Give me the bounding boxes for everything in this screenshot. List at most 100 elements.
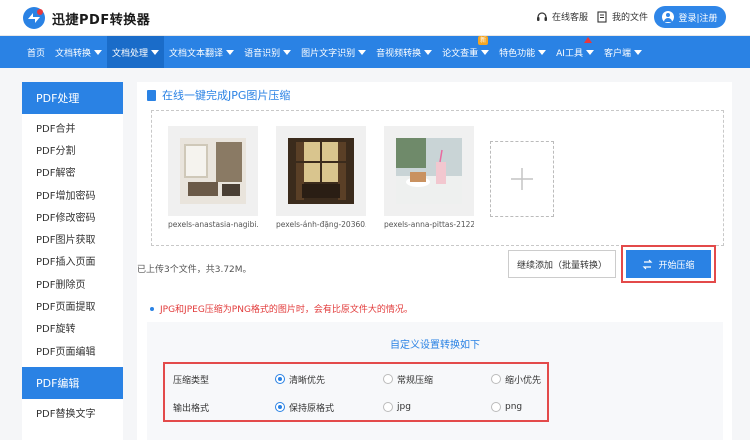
sidebar-item-replace-text[interactable]: PDF替换文字 [22, 401, 123, 423]
headset-icon [537, 11, 547, 21]
start-button-highlight: 开始压缩 [621, 245, 716, 283]
image-preview [276, 126, 366, 216]
caret-down-icon [481, 49, 490, 55]
nav-translate[interactable]: 文档文本翻译 [164, 36, 239, 68]
sidebar-item-page-edit[interactable]: PDF页面编辑 [22, 339, 123, 361]
nav-label: 语音识别 [244, 48, 281, 59]
nav-thesis-check[interactable]: 论文查重 新 [437, 36, 494, 68]
upload-area[interactable]: pexels-anastasia-nagibi... pexels-ánh-đặ… [151, 110, 724, 246]
room-photo-icon [180, 138, 246, 204]
login-register-button[interactable]: 登录|注册 [654, 6, 726, 28]
sidebar-item-extract-page[interactable]: PDF页面提取 [22, 294, 123, 316]
hot-marker-icon [584, 37, 593, 43]
nav-features[interactable]: 特色功能 [494, 36, 551, 68]
radio-label: jpg [397, 402, 411, 412]
radio-label: 保持原格式 [289, 403, 335, 414]
sidebar-item-change-password[interactable]: PDF修改密码 [22, 205, 123, 227]
add-more-button[interactable]: 继续添加（批量转换） [508, 250, 616, 278]
radio-empty-icon [491, 374, 501, 384]
compress-type-row: 压缩类型 清晰优先 常规压缩 缩小优先 [165, 365, 547, 393]
nav-doc-process[interactable]: 文档处理 [107, 36, 165, 68]
logo-icon[interactable] [22, 6, 46, 30]
window-photo-icon [288, 138, 354, 204]
radio-selected-icon [275, 374, 285, 384]
nav-home[interactable]: 首页 [22, 36, 50, 68]
sidebar-item-split[interactable]: PDF分割 [22, 138, 123, 160]
radio-label: 清晰优先 [289, 375, 326, 386]
file-name: pexels-ánh-đặng-20360... [276, 220, 366, 229]
brand-name[interactable]: 迅捷PDF转换器 [52, 9, 150, 28]
caret-down-icon [94, 49, 103, 55]
sidebar-item-extract-images[interactable]: PDF图片获取 [22, 227, 123, 249]
radio-normal-compress[interactable]: 常规压缩 [383, 373, 433, 386]
start-compress-label: 开始压缩 [658, 260, 695, 271]
sidebar-item-decrypt[interactable]: PDF解密 [22, 161, 123, 183]
nav-ocr[interactable]: 图片文字识别 [296, 36, 371, 68]
customer-service-link[interactable]: 在线客服 [536, 10, 588, 23]
section-title: 在线一键完成JPG图片压缩 [147, 87, 290, 103]
sidebar-item-insert-page[interactable]: PDF插入页面 [22, 250, 123, 272]
upload-status-bar: 已上传3个文件，共3.72M。 继续添加（批量转换） 开始压缩 [137, 245, 732, 286]
caret-down-icon [226, 49, 235, 55]
caret-down-icon [633, 49, 642, 55]
file-thumbnail[interactable]: pexels-anastasia-nagibi... [168, 126, 258, 236]
radio-label: 缩小优先 [505, 375, 542, 386]
radio-size-first[interactable]: 缩小优先 [491, 373, 541, 386]
new-badge: 新 [478, 36, 489, 45]
sidebar-group-pdf-process[interactable]: PDF处理 [22, 82, 123, 114]
sidebar-item-rotate[interactable]: PDF旋转 [22, 317, 123, 339]
nav-label: 特色功能 [499, 48, 536, 59]
image-preview [168, 126, 258, 216]
radio-clarity-first[interactable]: 清晰优先 [275, 373, 325, 386]
main-content: 在线一键完成JPG图片压缩 pexels-anastasia-nagibi... [137, 82, 732, 440]
radio-selected-icon [275, 402, 285, 412]
nav-speech[interactable]: 语音识别 [239, 36, 296, 68]
radio-png[interactable]: png [491, 402, 522, 412]
bullet-icon [150, 306, 154, 311]
caret-down-icon [283, 49, 292, 55]
dessert-photo-icon [396, 138, 462, 204]
file-name: pexels-anastasia-nagibi... [168, 220, 258, 229]
note-text: JPG和JPEG压缩为PNG格式的图片时，会有比原文件大的情况。 [160, 305, 413, 315]
start-compress-button[interactable]: 开始压缩 [626, 250, 711, 278]
format-note: JPG和JPEG压缩为PNG格式的图片时，会有比原文件大的情况。 [150, 302, 413, 315]
file-thumbnail[interactable]: pexels-anna-pittas-2122... [384, 126, 474, 236]
nav-label: 文档处理 [112, 48, 149, 59]
caret-down-icon [424, 49, 433, 55]
nav-av-convert[interactable]: 音视频转换 [371, 36, 437, 68]
radio-keep-format[interactable]: 保持原格式 [275, 401, 334, 414]
radio-empty-icon [491, 402, 501, 412]
login-label: 登录|注册 [678, 13, 718, 24]
sidebar-item-add-password[interactable]: PDF增加密码 [22, 183, 123, 205]
plus-icon [511, 168, 533, 190]
custom-settings-panel: 自定义设置转换如下 压缩类型 清晰优先 常规压缩 缩小优先 输出格式 保持原格式… [147, 322, 723, 440]
output-format-row: 输出格式 保持原格式 jpg png [165, 393, 547, 421]
radio-jpg[interactable]: jpg [383, 402, 411, 412]
nav-client[interactable]: 客户端 [599, 36, 647, 68]
my-files-label: 我的文件 [612, 13, 649, 23]
caret-down-icon [538, 49, 547, 55]
nav-ai-tools[interactable]: AI工具 [551, 36, 599, 68]
upload-status: 已上传3个文件，共3.72M。 [137, 265, 252, 275]
customer-service-label: 在线客服 [552, 13, 589, 23]
sidebar-item-delete-page[interactable]: PDF删除页 [22, 272, 123, 294]
nav-doc-convert[interactable]: 文档转换 [50, 36, 107, 68]
my-files-link[interactable]: 我的文件 [596, 10, 648, 23]
caret-down-icon [585, 49, 594, 55]
image-preview [384, 126, 474, 216]
nav-label: 音视频转换 [376, 48, 422, 59]
compress-type-label: 压缩类型 [173, 375, 210, 386]
settings-title: 自定义设置转换如下 [390, 340, 480, 351]
file-icon [597, 10, 607, 23]
file-thumbnail[interactable]: pexels-ánh-đặng-20360... [276, 126, 366, 236]
sidebar-item-merge[interactable]: PDF合并 [22, 116, 123, 138]
nav-label: 图片文字识别 [301, 48, 356, 59]
convert-icon [643, 259, 653, 269]
add-file-button[interactable] [490, 141, 554, 217]
sidebar-group-pdf-edit[interactable]: PDF编辑 [22, 367, 123, 400]
nav-label: 文档文本翻译 [169, 48, 224, 59]
radio-empty-icon [383, 374, 393, 384]
options-highlight: 压缩类型 清晰优先 常规压缩 缩小优先 输出格式 保持原格式 jpg png [163, 362, 549, 422]
nav-label: 文档转换 [55, 48, 92, 59]
sidebar: PDF处理 PDF合并 PDF分割 PDF解密 PDF增加密码 PDF修改密码 … [22, 82, 123, 440]
